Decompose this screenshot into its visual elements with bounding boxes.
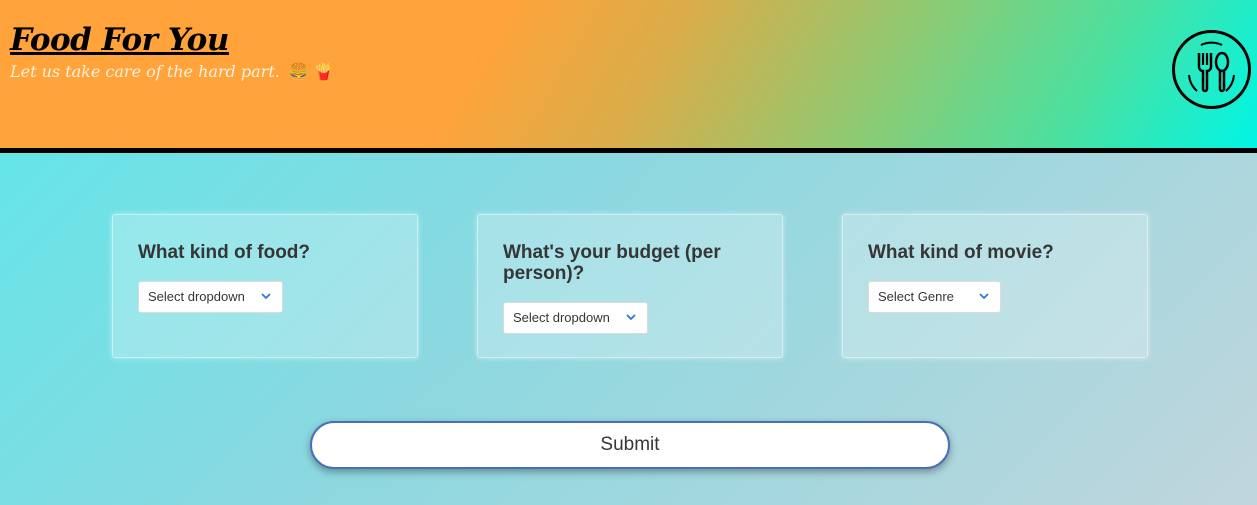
site-header: Food For You Let us take care of the har… <box>0 0 1257 153</box>
food-question-label: What kind of food? <box>138 242 311 263</box>
food-select[interactable]: Select dropdown <box>138 281 283 313</box>
budget-question-label: What's your budget (per person)? <box>503 242 721 284</box>
genre-select[interactable]: Select Genre <box>868 281 1001 313</box>
chevron-down-icon <box>626 314 636 321</box>
movie-question-card: What kind of movie? Select Genre <box>842 214 1148 358</box>
chevron-down-icon <box>979 293 989 300</box>
food-select-value: Select dropdown <box>148 289 245 304</box>
submit-button[interactable]: Submit <box>310 421 950 469</box>
budget-question-card: What's your budget (per person)? Select … <box>477 214 783 358</box>
fork-spoon-icon[interactable] <box>1171 29 1252 110</box>
budget-select-value: Select dropdown <box>513 310 610 325</box>
chevron-down-icon <box>261 293 271 300</box>
site-title[interactable]: Food For You <box>10 22 229 58</box>
food-question-card: What kind of food? Select dropdown <box>112 214 418 358</box>
site-tagline: Let us take care of the hard part. 🍔 🍟 <box>10 62 334 81</box>
burger-fries-emoji: 🍔 🍟 <box>288 62 334 81</box>
movie-question-label: What kind of movie? <box>868 242 1054 263</box>
tagline-text: Let us take care of the hard part. <box>10 62 280 81</box>
genre-select-value: Select Genre <box>878 289 954 304</box>
budget-select[interactable]: Select dropdown <box>503 302 648 334</box>
